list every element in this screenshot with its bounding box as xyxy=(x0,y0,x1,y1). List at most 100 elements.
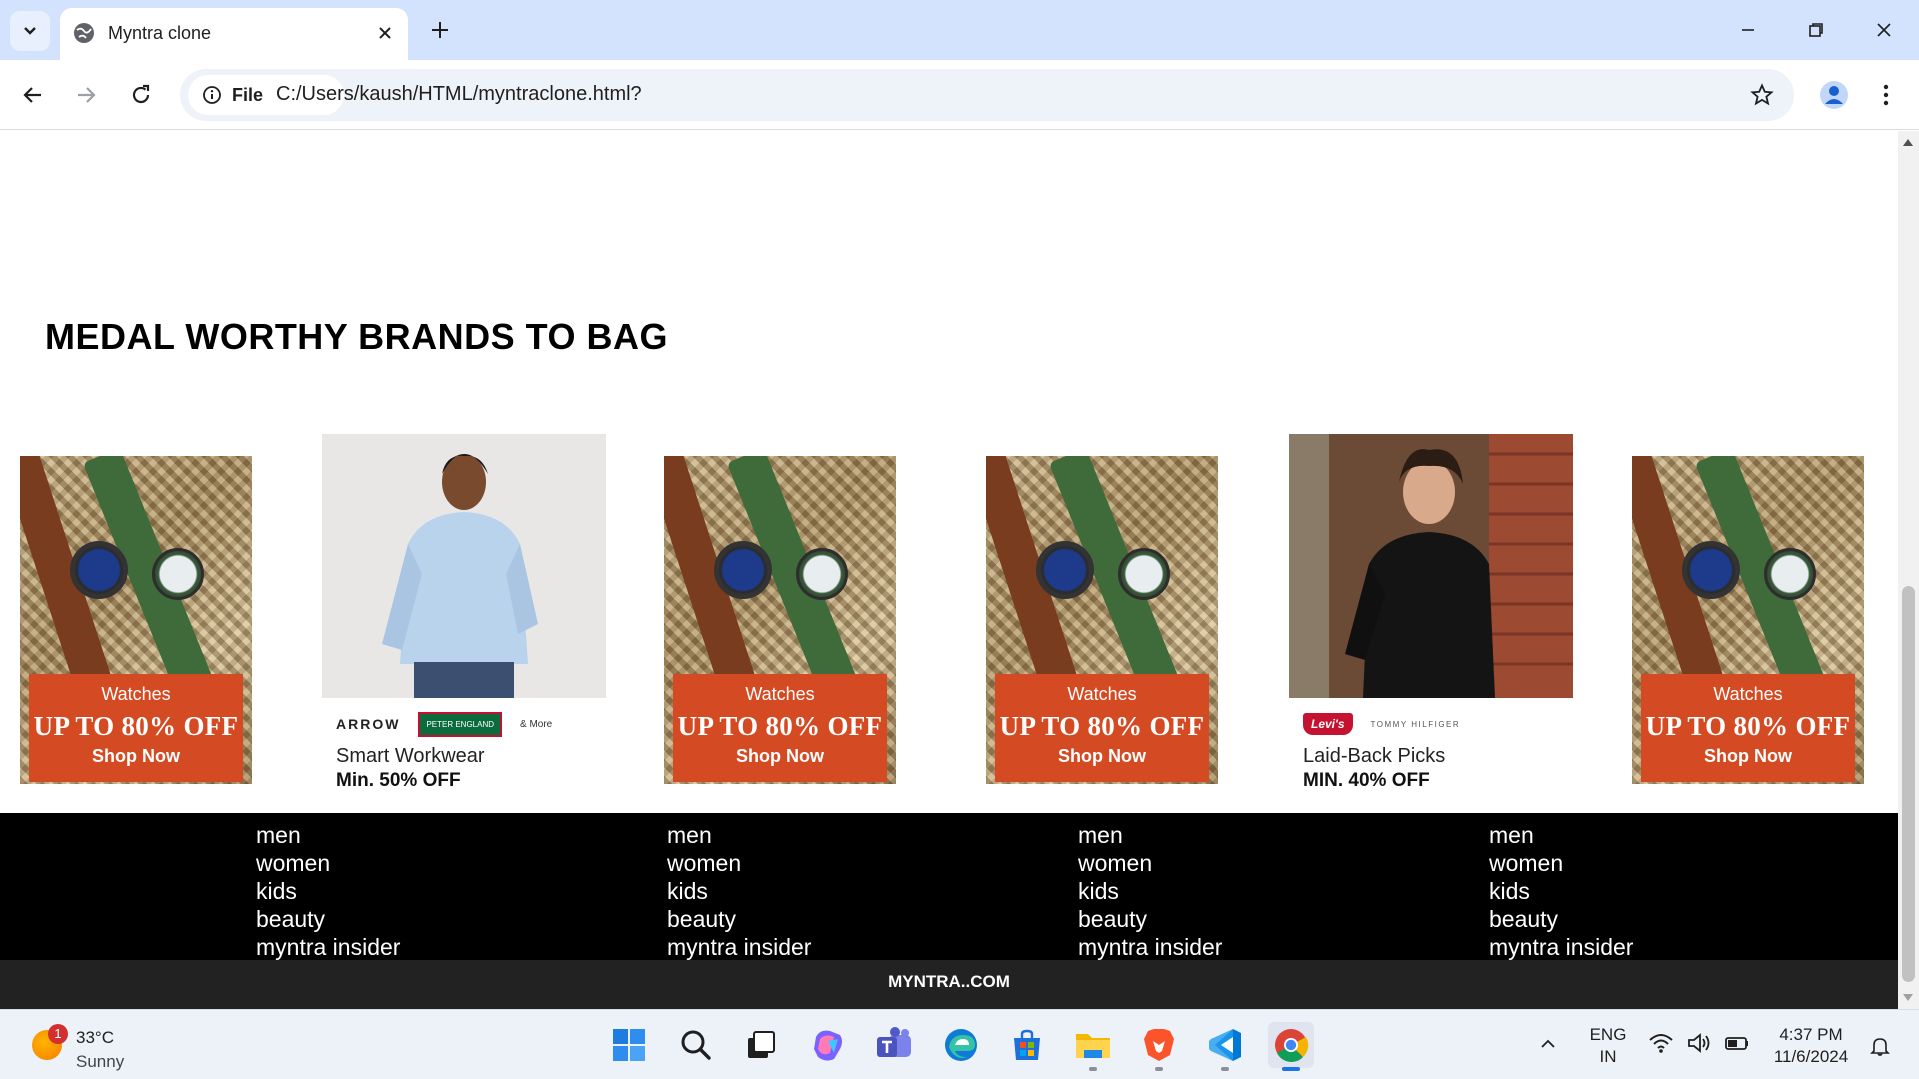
taskbar-app-file-explorer[interactable] xyxy=(1070,1022,1116,1071)
windows-taskbar: 1 33°C Sunny ENG IN 4:37 PM 11/6/2024 xyxy=(0,1009,1919,1079)
footer-link-kids[interactable]: kids xyxy=(667,877,811,905)
browser-menu-button[interactable] xyxy=(1866,73,1906,117)
clock-date: 11/6/2024 xyxy=(1773,1047,1849,1066)
footer-column: men women kids beauty myntra insider xyxy=(256,821,400,961)
input-language-indicator[interactable]: ENG IN xyxy=(1584,1024,1632,1068)
profile-button[interactable] xyxy=(1812,73,1856,117)
reload-button[interactable] xyxy=(119,73,163,117)
clock-time: 4:37 PM xyxy=(1779,1025,1843,1044)
scroll-down-arrow-icon[interactable] xyxy=(1903,994,1913,1001)
footer-link-men[interactable]: men xyxy=(1078,821,1222,849)
footer-link-kids[interactable]: kids xyxy=(256,877,400,905)
page-viewport: MEDAL WORTHY BRANDS TO BAG Watches UP TO… xyxy=(0,131,1898,1009)
watch-dial-image xyxy=(1036,541,1094,599)
scroll-thumb[interactable] xyxy=(1902,586,1915,982)
taskbar-app-copilot[interactable] xyxy=(805,1022,851,1068)
taskbar-search-button[interactable] xyxy=(673,1022,719,1068)
tab-strip: Myntra clone xyxy=(0,0,1919,60)
footer-link-men[interactable]: men xyxy=(667,821,811,849)
footer-link-men[interactable]: men xyxy=(1489,821,1633,849)
speaker-icon xyxy=(1688,1033,1710,1053)
footer-bottom-bar: MYNTRA..COM xyxy=(0,960,1898,1009)
banner-offer: UP TO 80% OFF xyxy=(1645,711,1851,741)
watch-dial-image xyxy=(714,541,772,599)
taskbar-app-brave[interactable] xyxy=(1136,1022,1182,1071)
brand-card-smart-workwear[interactable]: ARROW PETER ENGLAND & More Smart Workwea… xyxy=(322,434,606,804)
brand-card-watches[interactable]: Watches UP TO 80% OFF Shop Now xyxy=(20,456,252,784)
url-text[interactable]: C:/Users/kaush/HTML/myntraclone.html? xyxy=(276,83,642,106)
start-button[interactable] xyxy=(606,1022,652,1068)
tab-myntra-clone[interactable]: Myntra clone xyxy=(60,8,408,60)
footer-link-women[interactable]: women xyxy=(667,849,811,877)
windows-logo-icon xyxy=(613,1029,645,1061)
footer-link-myntra-insider[interactable]: myntra insider xyxy=(1489,933,1633,961)
banner-cta[interactable]: Shop Now xyxy=(1641,746,1855,767)
footer-links: men women kids beauty myntra insider men… xyxy=(0,813,1898,960)
brand-card-laid-back-picks[interactable]: Levi's TOMMY HILFIGER Laid-Back Picks MI… xyxy=(1289,434,1573,804)
notification-center-button[interactable] xyxy=(1866,1032,1894,1060)
watch-dial-image xyxy=(796,548,848,600)
new-tab-button[interactable] xyxy=(424,14,456,46)
app-window: Myntra clone File C:/Users/kaush/HTML/my… xyxy=(0,0,1919,1079)
banner-offer: UP TO 80% OFF xyxy=(999,711,1205,741)
footer-link-women[interactable]: women xyxy=(256,849,400,877)
wifi-icon xyxy=(1649,1034,1673,1053)
scroll-up-arrow-icon[interactable] xyxy=(1903,139,1913,146)
tab-close-button[interactable] xyxy=(372,20,398,46)
footer-link-beauty[interactable]: beauty xyxy=(667,905,811,933)
arrow-right-icon xyxy=(78,87,96,103)
banner-cta[interactable]: Shop Now xyxy=(995,746,1209,767)
close-window-button[interactable] xyxy=(1860,8,1908,52)
tab-search-button[interactable] xyxy=(10,11,50,51)
model-photo xyxy=(1289,434,1573,698)
footer-link-myntra-insider[interactable]: myntra insider xyxy=(256,933,400,961)
footer-link-women[interactable]: women xyxy=(1078,849,1222,877)
footer-link-myntra-insider[interactable]: myntra insider xyxy=(667,933,811,961)
footer-link-kids[interactable]: kids xyxy=(1078,877,1222,905)
store-icon xyxy=(1014,1029,1040,1060)
taskbar-clock[interactable]: 4:37 PM 11/6/2024 xyxy=(1766,1024,1856,1068)
footer-link-beauty[interactable]: beauty xyxy=(256,905,400,933)
restore-button[interactable] xyxy=(1792,8,1840,52)
taskbar-app-edge[interactable] xyxy=(938,1022,984,1068)
watch-dial-image xyxy=(152,548,204,600)
banner-cta[interactable]: Shop Now xyxy=(29,746,243,767)
taskbar-app-store[interactable] xyxy=(1004,1022,1050,1068)
address-bar[interactable]: File C:/Users/kaush/HTML/myntraclone.htm… xyxy=(180,69,1794,121)
footer-link-beauty[interactable]: beauty xyxy=(1078,905,1222,933)
footer-link-women[interactable]: women xyxy=(1489,849,1633,877)
banner-cta[interactable]: Shop Now xyxy=(673,746,887,767)
card-caption: Smart Workwear xyxy=(336,745,485,767)
avatar-icon xyxy=(1820,81,1848,109)
brand-card-watches[interactable]: Watches UP TO 80% OFF Shop Now xyxy=(1632,456,1864,784)
footer-site-name: MYNTRA..COM xyxy=(888,972,1010,991)
forward-button[interactable] xyxy=(64,73,108,117)
bookmark-button[interactable] xyxy=(1746,79,1778,111)
brand-card-watches[interactable]: Watches UP TO 80% OFF Shop Now xyxy=(986,456,1218,784)
task-view-button[interactable] xyxy=(738,1022,784,1068)
reload-icon xyxy=(132,84,150,104)
brand-card-watches[interactable]: Watches UP TO 80% OFF Shop Now xyxy=(664,456,896,784)
more-vertical-icon xyxy=(1883,84,1889,106)
battery-icon xyxy=(1725,1037,1748,1050)
tshirt-model-image xyxy=(1289,434,1573,698)
restore-icon xyxy=(1809,23,1823,37)
footer-link-kids[interactable]: kids xyxy=(1489,877,1633,905)
footer-link-myntra-insider[interactable]: myntra insider xyxy=(1078,933,1222,961)
vertical-scrollbar[interactable] xyxy=(1898,131,1919,1009)
brand-logo-arrow: ARROW xyxy=(336,716,401,732)
taskbar-app-vscode[interactable] xyxy=(1202,1022,1248,1071)
section-title: MEDAL WORTHY BRANDS TO BAG xyxy=(45,316,669,357)
plus-icon xyxy=(432,22,448,38)
taskbar-app-chrome[interactable] xyxy=(1268,1022,1314,1071)
system-tray[interactable] xyxy=(1648,1032,1750,1054)
footer-link-beauty[interactable]: beauty xyxy=(1489,905,1633,933)
minimize-button[interactable] xyxy=(1724,8,1772,52)
footer-link-men[interactable]: men xyxy=(256,821,400,849)
chevron-up-icon xyxy=(1541,1039,1555,1048)
show-hidden-icons-button[interactable] xyxy=(1536,1032,1560,1056)
back-button[interactable] xyxy=(11,73,55,117)
card-offer: Min. 50% OFF xyxy=(336,770,461,791)
weather-widget[interactable]: 1 33°C Sunny xyxy=(28,1020,188,1071)
taskbar-app-teams[interactable] xyxy=(871,1022,917,1068)
